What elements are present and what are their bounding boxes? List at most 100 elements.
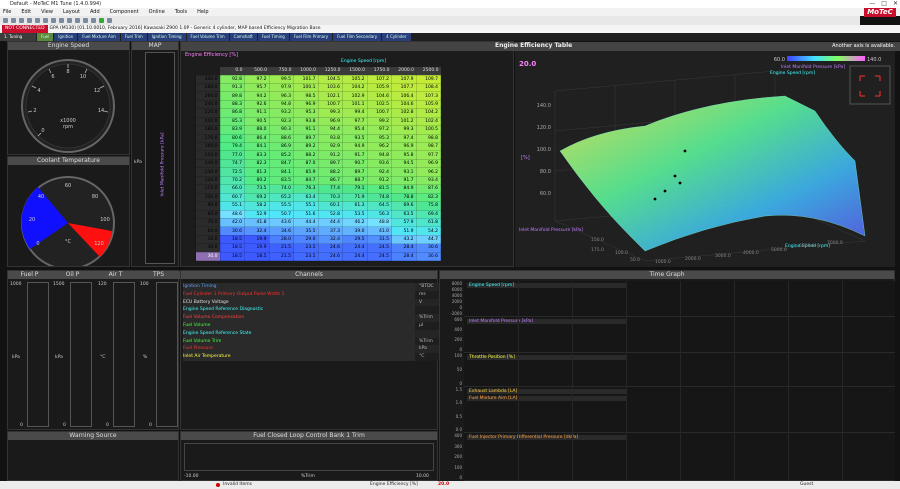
table-cell[interactable]: 19.9 (244, 234, 270, 245)
table-cell[interactable]: 99.3 (391, 125, 417, 135)
view-cube[interactable] (849, 65, 891, 105)
table-cell[interactable]: 69.4 (415, 209, 441, 219)
table-cell[interactable]: 101.7 (293, 74, 319, 84)
table-cell[interactable]: 53.5 (342, 209, 368, 219)
table-cell[interactable]: 94.8 (268, 99, 294, 110)
paste-icon[interactable] (59, 18, 64, 23)
menu-online[interactable]: Online (149, 8, 165, 16)
tab-camshaft[interactable]: Camshaft (229, 33, 257, 41)
table-cell[interactable]: 83.3 (244, 150, 270, 160)
table-cell[interactable]: 23.5 (293, 243, 319, 253)
table-cell[interactable]: 107.2 (366, 74, 392, 84)
copy-icon[interactable] (51, 18, 56, 23)
table-cell[interactable]: 69.6 (391, 201, 417, 211)
table-cell[interactable]: 89.2 (293, 141, 319, 152)
table-cell[interactable]: 41.8 (244, 217, 270, 228)
table-cell[interactable]: 97.9 (268, 82, 294, 93)
table-cell[interactable]: 39.0 (342, 226, 368, 236)
table-cell[interactable]: 84.7 (293, 175, 319, 186)
table-cell[interactable]: 86.4 (244, 133, 270, 144)
table-cell[interactable]: 24.6 (317, 251, 343, 262)
table-cell[interactable]: 93.6 (366, 158, 392, 169)
channel-row[interactable]: Fuel Volume µl (183, 321, 439, 330)
table-cell[interactable]: 92.3 (268, 116, 294, 127)
table-cell[interactable]: 93.1 (391, 167, 417, 177)
table-cell[interactable]: 99.4 (342, 108, 368, 118)
table-cell[interactable]: 102.8 (391, 108, 417, 118)
table-cell[interactable]: 55.5 (268, 201, 294, 211)
table-cell[interactable]: 98.7 (415, 141, 441, 152)
table-cell[interactable]: 95.8 (391, 150, 417, 160)
table-cell[interactable]: 64.5 (366, 201, 392, 211)
window-controls[interactable]: — □ ✕ (869, 0, 898, 8)
settings-icon[interactable] (107, 18, 112, 23)
menu-edit[interactable]: Edit (21, 8, 31, 16)
tab-fuel[interactable]: Fuel (37, 33, 54, 41)
table-cell[interactable]: 48.6 (219, 209, 245, 219)
table-cell[interactable]: 104.6 (391, 99, 417, 110)
channel-row[interactable]: ECU Battery Voltage V (183, 298, 439, 307)
table-cell[interactable]: 85.9 (293, 167, 319, 177)
table-cell[interactable]: 61.3 (342, 201, 368, 211)
table-cell[interactable]: 78.8 (391, 192, 417, 203)
minimize-button[interactable]: — (869, 0, 875, 8)
table-cell[interactable]: 82.3 (415, 192, 441, 203)
table-cell[interactable]: 28.4 (391, 243, 417, 253)
close-button[interactable]: ✕ (893, 0, 898, 8)
menu-add[interactable]: Add (90, 8, 100, 16)
table-cell[interactable]: 98.8 (415, 133, 441, 144)
new-icon[interactable] (3, 18, 8, 23)
channel-row[interactable]: Fuel Volume Trim %Trim (183, 337, 439, 346)
table-cell[interactable]: 86.9 (268, 141, 294, 152)
table-cell[interactable]: 97.4 (391, 133, 417, 144)
table-cell[interactable]: 18.5 (219, 243, 245, 253)
table-cell[interactable]: 35.5 (293, 226, 319, 236)
channel-row[interactable]: Fuel Cylinder 1 Primary Output Pulse Wid… (183, 290, 439, 299)
table-cell[interactable]: 99.3 (317, 108, 343, 118)
channel-row[interactable]: Fuel Pressure kPa (183, 345, 439, 354)
table-cell[interactable]: 105.9 (366, 82, 392, 93)
table-cell[interactable]: 88.7 (342, 175, 368, 186)
table-cell[interactable]: 91.7 (342, 150, 368, 160)
table-cell[interactable]: 94.9 (342, 141, 368, 152)
table-cell[interactable]: 102.9 (342, 91, 368, 101)
table-cell[interactable]: 24.5 (366, 251, 392, 262)
play-icon[interactable] (99, 18, 104, 23)
channel-row[interactable]: Fuel Volume Compensation %Trim (183, 314, 439, 322)
table-cell[interactable]: 28.4 (391, 251, 417, 262)
table-cell[interactable]: 94.2 (244, 91, 270, 101)
table-cell[interactable]: 54.2 (415, 226, 441, 236)
table-cell[interactable]: 48.8 (366, 217, 392, 228)
table-cell[interactable]: 96.9 (415, 158, 441, 169)
table-cell[interactable]: 73.5 (244, 184, 270, 194)
table-cell[interactable]: 89.8 (219, 91, 245, 101)
table-cell[interactable]: 93.5 (342, 133, 368, 144)
cut-icon[interactable] (43, 18, 48, 23)
connect-icon[interactable] (67, 18, 72, 23)
surface-plot-panel[interactable]: 140.0 120.0 100.0 80.0 60.0 [%] 20.0 60.… (515, 51, 895, 267)
table-cell[interactable]: 32.4 (244, 226, 270, 236)
table-cell[interactable]: 96.2 (366, 141, 392, 152)
table-cell[interactable]: 93.4 (415, 175, 441, 186)
tab-fuel-mixture-aim[interactable]: Fuel Mixture Aim (78, 33, 120, 41)
table-cell[interactable]: 90.3 (268, 125, 294, 135)
table-cell[interactable]: 102.5 (366, 99, 392, 110)
table-cell[interactable]: 88.0 (244, 125, 270, 135)
maximize-button[interactable]: □ (881, 0, 887, 8)
table-cell[interactable]: 109.7 (415, 74, 441, 84)
table-cell[interactable]: 100.7 (366, 108, 392, 118)
table-cell[interactable]: 100.7 (317, 99, 343, 110)
table-cell[interactable]: 100.1 (293, 82, 319, 93)
table-cell[interactable]: 24.4 (342, 251, 368, 262)
table-cell[interactable]: 74.8 (366, 192, 392, 203)
table-cell[interactable]: 31.5 (366, 234, 392, 245)
table-cell[interactable]: 23.5 (293, 251, 319, 262)
time-graph[interactable]: Engine Speed [rpm] 8000 6000 4000 2000 0 -2000… (450, 281, 895, 484)
menu-help[interactable]: Help (197, 8, 208, 16)
table-cell[interactable]: 85.3 (219, 116, 245, 127)
table-cell[interactable]: 89.7 (317, 158, 343, 169)
table-cell[interactable]: 87.0 (293, 158, 319, 169)
table-cell[interactable]: 101.2 (391, 116, 417, 127)
menu-view[interactable]: View (41, 8, 53, 16)
table-cell[interactable]: 94.8 (366, 150, 392, 160)
